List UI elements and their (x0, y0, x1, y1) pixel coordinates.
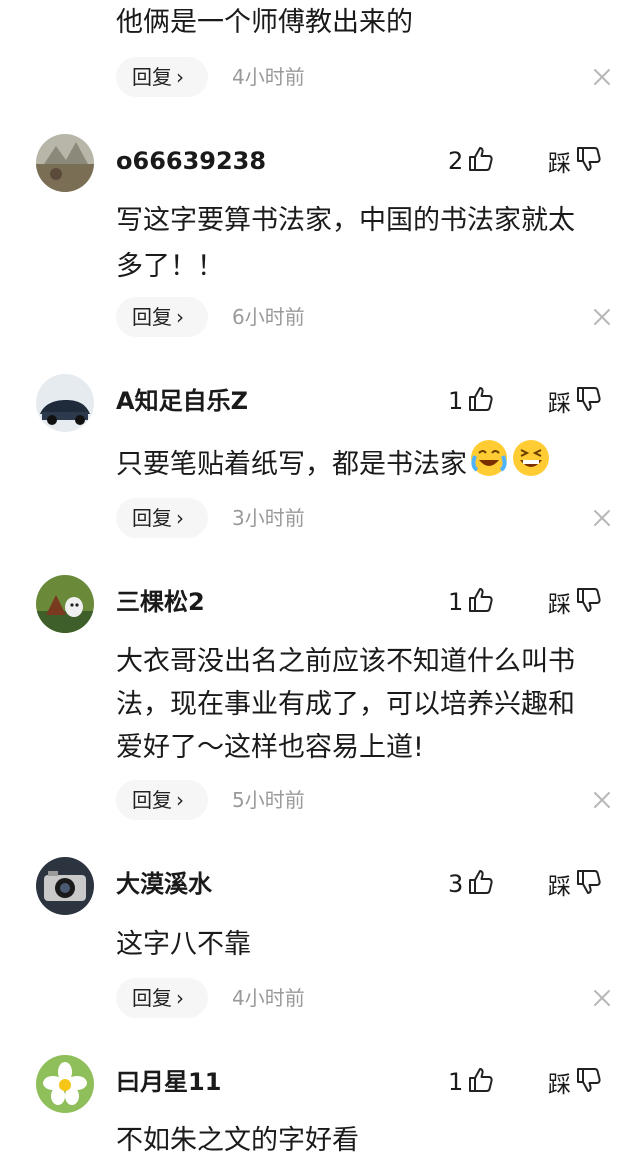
like-count: 1 (448, 1068, 464, 1096)
avatar[interactable] (36, 134, 94, 192)
thumb-up-icon (467, 586, 495, 618)
reply-button[interactable]: 回复 › (116, 978, 208, 1018)
thumb-down-icon (575, 868, 603, 900)
close-icon[interactable] (592, 67, 612, 87)
dislike-label: 踩 (548, 874, 571, 900)
comment-time: 4小时前 (232, 65, 305, 89)
username[interactable]: 曰月星11 (116, 1062, 221, 1102)
like-button[interactable]: 1 (448, 381, 495, 421)
reply-button[interactable]: 回复 › (116, 780, 208, 820)
comment-text: 写这字要算书法家，中国的书法家就太 (116, 205, 575, 236)
close-icon[interactable] (592, 790, 612, 810)
like-count: 2 (448, 147, 464, 175)
reply-label: 回复 (132, 986, 172, 1010)
chevron-right-icon: › (176, 986, 184, 1010)
close-icon[interactable] (592, 307, 612, 327)
reply-button[interactable]: 回复 › (116, 57, 208, 97)
avatar[interactable] (36, 374, 94, 432)
thumb-up-icon (467, 868, 495, 900)
thumb-down-icon (575, 586, 603, 618)
username[interactable]: 大漠溪水 (116, 864, 212, 904)
like-button[interactable]: 2 (448, 141, 495, 181)
comment-text: 不如朱之文的字好看 (116, 1125, 359, 1156)
close-icon[interactable] (592, 508, 612, 528)
thumb-down-icon (575, 1066, 603, 1098)
dislike-button[interactable]: 踩 (548, 1062, 603, 1102)
chevron-right-icon: › (176, 788, 184, 812)
reply-button[interactable]: 回复 › (116, 498, 208, 538)
laughing-crying-emoji (469, 438, 509, 493)
thumb-up-icon (467, 385, 495, 417)
dislike-label: 踩 (548, 391, 571, 417)
comment-time: 6小时前 (232, 305, 305, 329)
dislike-label: 踩 (548, 592, 571, 618)
dislike-label: 踩 (548, 1072, 571, 1098)
chevron-right-icon: › (176, 506, 184, 530)
like-count: 1 (448, 588, 464, 616)
reply-label: 回复 (132, 788, 172, 812)
dislike-label: 踩 (548, 151, 571, 177)
comment-text-content: 只要笔贴着纸写，都是书法家 (116, 449, 467, 480)
reply-label: 回复 (132, 305, 172, 329)
like-count: 1 (448, 387, 464, 415)
thumb-up-icon (467, 145, 495, 177)
comment-text: 法，现在事业有成了，可以培养兴趣和 (116, 689, 575, 720)
dislike-button[interactable]: 踩 (548, 381, 603, 421)
reply-button[interactable]: 回复 › (116, 297, 208, 337)
comment-text: 大衣哥没出名之前应该不知道什么叫书 (116, 646, 575, 677)
dislike-button[interactable]: 踩 (548, 582, 603, 622)
comment-text: 多了！！ (116, 251, 224, 282)
close-icon[interactable] (592, 988, 612, 1008)
like-button[interactable]: 1 (448, 582, 495, 622)
username[interactable]: 三棵松2 (116, 582, 205, 622)
dislike-button[interactable]: 踩 (548, 141, 603, 181)
comment-text: 爱好了～这样也容易上道! (116, 732, 424, 763)
chevron-right-icon: › (176, 305, 184, 329)
reply-label: 回复 (132, 65, 172, 89)
like-count: 3 (448, 870, 464, 898)
comment-text: 他俩是一个师傅教出来的 (116, 7, 413, 38)
like-button[interactable]: 3 (448, 864, 495, 904)
thumb-down-icon (575, 385, 603, 417)
thumb-down-icon (575, 145, 603, 177)
comment-text: 这字八不靠 (116, 929, 251, 960)
comment-time: 3小时前 (232, 506, 305, 530)
avatar[interactable] (36, 1055, 94, 1113)
username[interactable]: A知足自乐Z (116, 381, 248, 421)
comment-time: 4小时前 (232, 986, 305, 1010)
avatar[interactable] (36, 857, 94, 915)
comment-text: 只要笔贴着纸写，都是书法家 (116, 438, 616, 493)
username[interactable]: o66639238 (116, 141, 266, 181)
reply-label: 回复 (132, 506, 172, 530)
grinning-squint-emoji (511, 438, 551, 493)
thumb-up-icon (467, 1066, 495, 1098)
comment-time: 5小时前 (232, 788, 305, 812)
chevron-right-icon: › (176, 65, 184, 89)
dislike-button[interactable]: 踩 (548, 864, 603, 904)
avatar[interactable] (36, 575, 94, 633)
like-button[interactable]: 1 (448, 1062, 495, 1102)
